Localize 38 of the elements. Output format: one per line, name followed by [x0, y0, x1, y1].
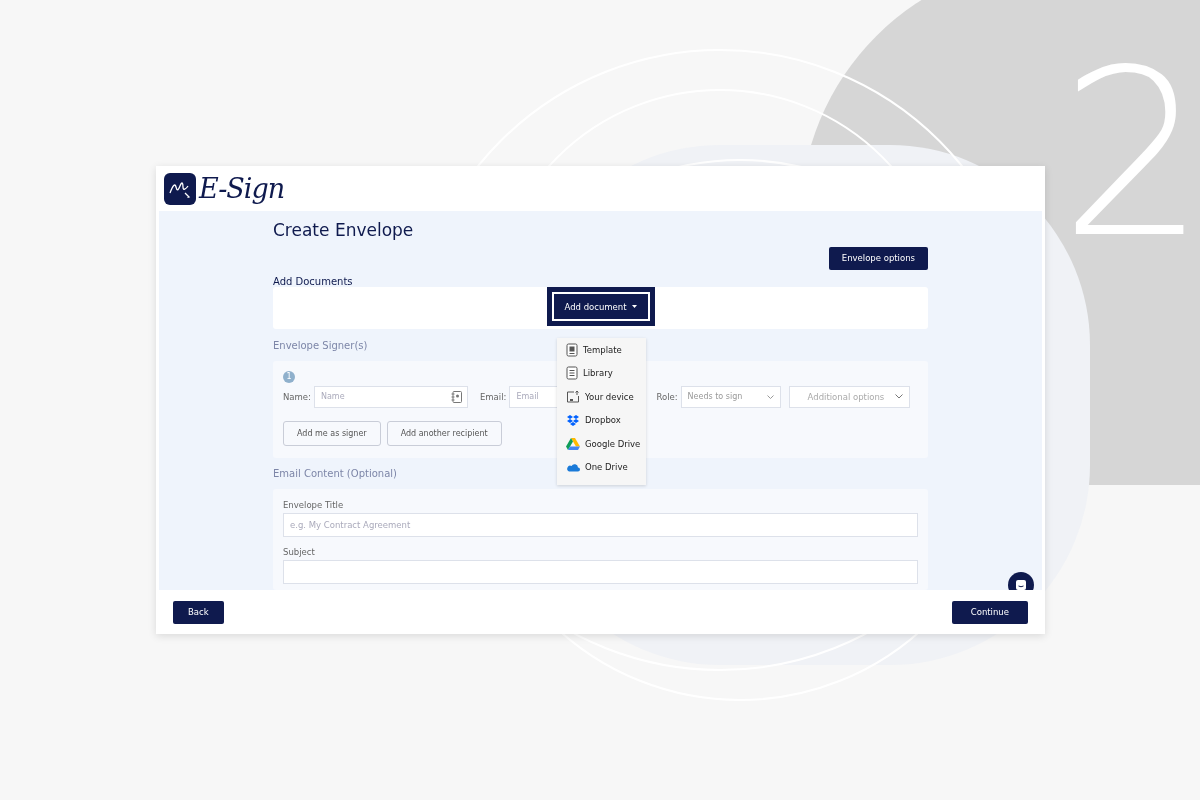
- signer-number: 1: [283, 370, 295, 383]
- section-label: Add Documents: [273, 275, 353, 289]
- dropbox-icon: [566, 413, 580, 427]
- menu-item[interactable]: Google Drive: [557, 432, 646, 456]
- envelope-title-field[interactable]: e.g. My Contract Agreement: [283, 512, 918, 537]
- subject-field[interactable]: [283, 559, 918, 584]
- field-label: Envelope Title: [283, 499, 345, 510]
- chevron-icon: [894, 394, 903, 399]
- menu-item[interactable]: Dropbox: [557, 408, 646, 432]
- menu-item[interactable]: Your device: [557, 385, 646, 409]
- contacts-icon: [450, 390, 462, 403]
- field-label: Role:: [656, 391, 678, 402]
- document-icon: [566, 366, 578, 381]
- field-label: Subject: [283, 546, 316, 557]
- menu-item[interactable]: Library: [557, 361, 646, 385]
- document-icon: [566, 342, 578, 357]
- menu-item[interactable]: One Drive: [557, 455, 646, 479]
- field-label: Name:: [283, 391, 311, 402]
- page-title: Create Envelope: [273, 220, 415, 242]
- menu-item[interactable]: Template: [557, 338, 646, 362]
- outline-button[interactable]: Add me as signer: [283, 420, 381, 446]
- field-label: Email:: [479, 391, 507, 402]
- name-field[interactable]: Name: [313, 385, 468, 408]
- chevron-icon: [766, 394, 774, 399]
- upload-icon: [566, 389, 580, 404]
- drive-icon: [566, 437, 580, 450]
- outline-button[interactable]: Add another recipient: [386, 420, 502, 446]
- caret-icon: [631, 305, 637, 309]
- continue-button[interactable]: Continue: [951, 600, 1028, 624]
- brand-name: E-Sign: [199, 175, 285, 202]
- chat-icon: [1015, 579, 1027, 590]
- section-label: Email Content (Optional): [273, 468, 397, 481]
- add-document-button[interactable]: Add document: [546, 287, 655, 327]
- cloud-icon: [566, 462, 580, 473]
- logo-icon: [164, 172, 196, 205]
- back-button[interactable]: Back: [173, 600, 224, 624]
- envelope-options-button[interactable]: Envelope options: [828, 246, 928, 270]
- section-label: Envelope Signer(s): [273, 339, 368, 353]
